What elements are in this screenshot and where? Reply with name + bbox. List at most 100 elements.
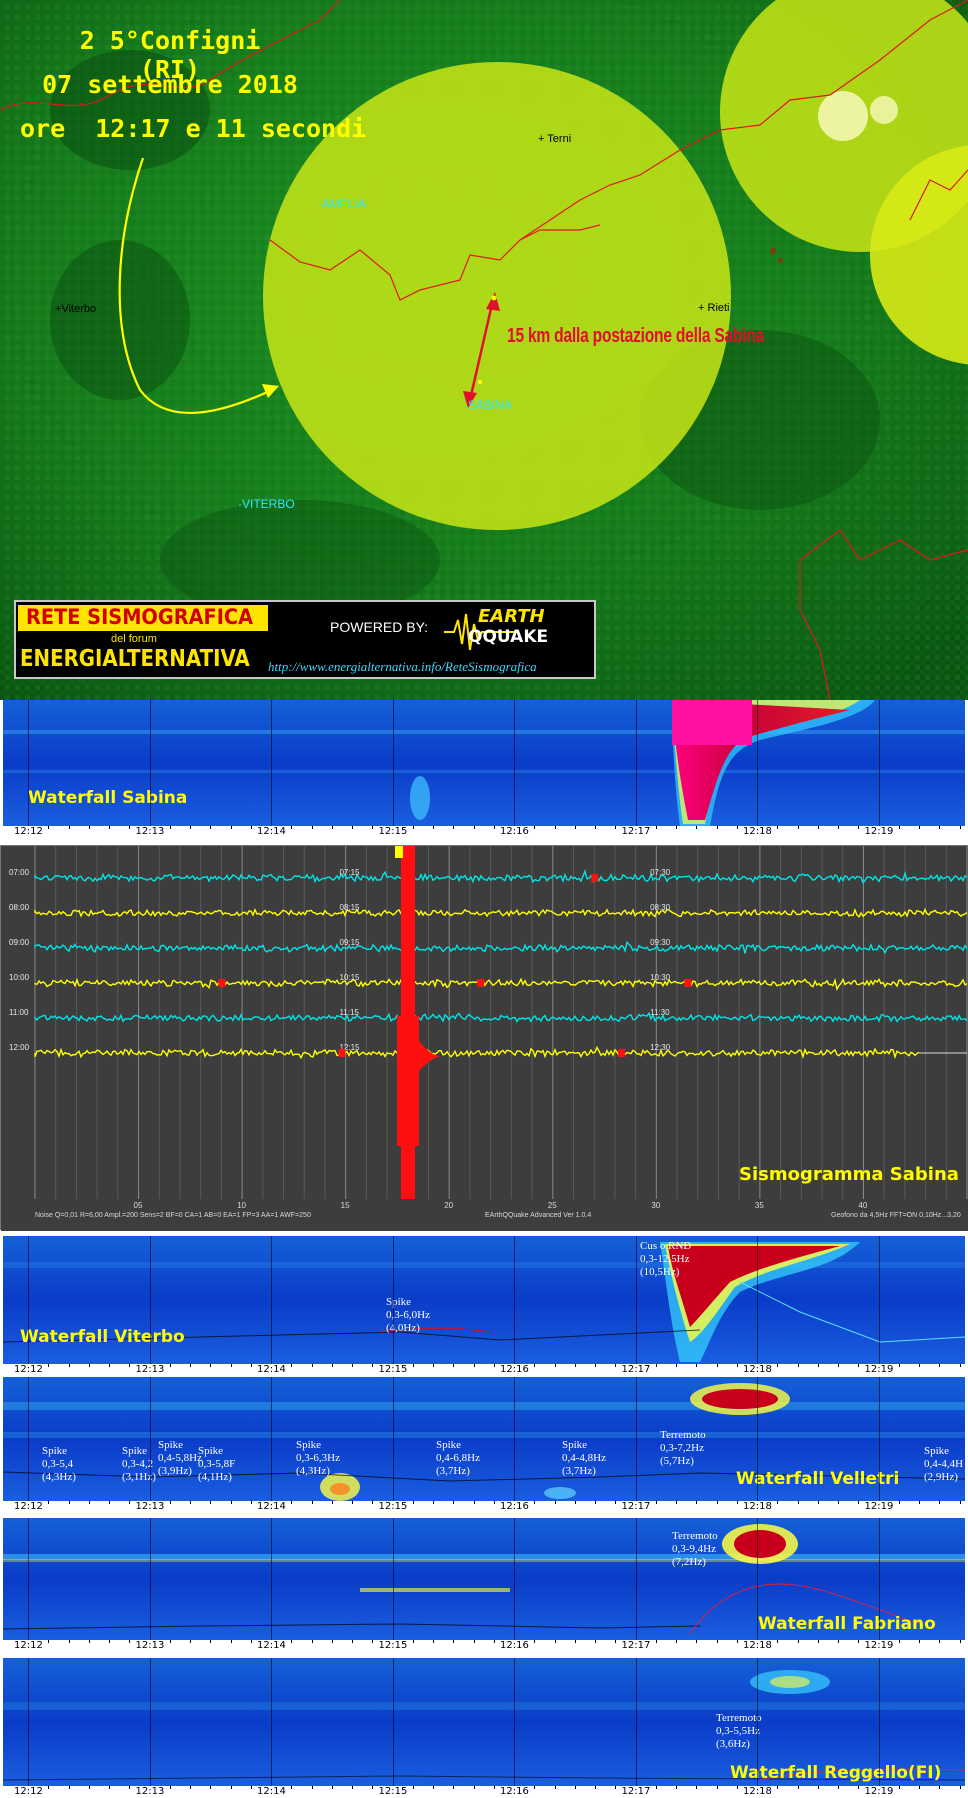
minor-tick bbox=[210, 1640, 212, 1643]
minor-tick bbox=[291, 1640, 293, 1643]
minor-tick bbox=[352, 1501, 353, 1504]
minor-tick bbox=[676, 1640, 677, 1643]
row-late-label: 11:30 bbox=[650, 1008, 670, 1017]
time-tick-label: 12:13 bbox=[135, 826, 165, 837]
time-gridline bbox=[392, 1658, 394, 1786]
minor-tick bbox=[615, 1786, 617, 1789]
annotation-spike: Spike 0,3-5,8F (4,1Hz) bbox=[198, 1445, 236, 1483]
minor-tick bbox=[493, 1640, 495, 1643]
minor-tick bbox=[777, 1364, 779, 1367]
minor-tick bbox=[858, 1786, 860, 1789]
time-gridline bbox=[28, 1236, 29, 1364]
minor-tick bbox=[169, 1501, 171, 1504]
minor-tick bbox=[615, 1364, 617, 1367]
minor-tick bbox=[736, 1501, 738, 1504]
time-tick-label: 12:14 bbox=[257, 826, 286, 837]
minor-tick bbox=[817, 1786, 819, 1789]
minor-tick bbox=[331, 1640, 333, 1643]
minute-tick-label: 30 bbox=[651, 1201, 660, 1210]
time-tick-label: 12:18 bbox=[743, 1786, 772, 1797]
minor-tick bbox=[716, 1786, 718, 1789]
time-gridline bbox=[149, 700, 151, 826]
event-marker bbox=[477, 979, 485, 987]
minor-tick bbox=[68, 1786, 70, 1789]
time-tick-label: 12:17 bbox=[621, 1640, 651, 1651]
minor-tick bbox=[898, 826, 900, 829]
annotation-terremoto: Terremoto 0,3-7,2Hz (5,7Hz) bbox=[660, 1429, 706, 1467]
minor-tick bbox=[109, 1364, 110, 1367]
minor-tick bbox=[858, 1640, 860, 1643]
time-gridline bbox=[149, 1658, 151, 1786]
minor-tick bbox=[554, 1501, 556, 1504]
minor-tick bbox=[858, 1501, 860, 1504]
time-tick-label: 12:17 bbox=[621, 1364, 651, 1375]
waterfall-velletri-label: Waterfall Velletri bbox=[736, 1469, 900, 1489]
minor-tick bbox=[473, 826, 475, 829]
minor-tick bbox=[959, 1640, 961, 1643]
minor-tick bbox=[129, 1364, 131, 1367]
minor-tick bbox=[129, 826, 131, 829]
minor-tick bbox=[190, 1786, 191, 1789]
time-gridline bbox=[271, 1658, 272, 1786]
minute-tick-label: 25 bbox=[548, 1201, 557, 1210]
minor-tick bbox=[412, 1364, 414, 1367]
minor-tick bbox=[939, 1640, 941, 1643]
minor-tick bbox=[291, 1501, 293, 1504]
minor-tick bbox=[534, 1786, 536, 1789]
row-mid-label: 10:15 bbox=[339, 973, 360, 982]
minor-tick bbox=[676, 1501, 677, 1504]
minor-tick bbox=[919, 1364, 920, 1367]
minute-tick-label: 10 bbox=[237, 1201, 246, 1210]
waterfall-viterbo-label: Waterfall Viterbo bbox=[20, 1327, 185, 1347]
logo-quake: QQUAKE bbox=[468, 627, 549, 647]
minor-tick bbox=[48, 1501, 50, 1504]
banner-url[interactable]: http://www.energialternativa.info/ReteSi… bbox=[268, 659, 537, 675]
minor-tick bbox=[534, 1364, 536, 1367]
time-tick-label: 12:16 bbox=[500, 1501, 529, 1512]
minor-tick bbox=[372, 1786, 374, 1789]
time-tick-label: 12:16 bbox=[500, 1640, 529, 1651]
seismogram-label: Sismogramma Sabina bbox=[739, 1164, 959, 1185]
time-gridline bbox=[514, 1518, 515, 1640]
minor-tick bbox=[250, 826, 252, 829]
time-tick-label: 12:18 bbox=[743, 1501, 772, 1512]
row-mid-label: 07:15 bbox=[339, 868, 360, 877]
minor-tick bbox=[655, 1364, 657, 1367]
minute-tick-label: 20 bbox=[444, 1201, 453, 1210]
row-hour-label: 11:00 bbox=[9, 1008, 29, 1017]
minor-tick bbox=[817, 1640, 819, 1643]
minor-tick bbox=[230, 1640, 232, 1643]
time-tick-label: 12:16 bbox=[500, 826, 529, 837]
minor-tick bbox=[493, 1364, 495, 1367]
minor-tick bbox=[48, 826, 50, 829]
time-gridline bbox=[757, 700, 758, 826]
minor-tick bbox=[291, 1786, 293, 1789]
minor-tick bbox=[433, 826, 434, 829]
waterfall-sabina-label: Waterfall Sabina bbox=[28, 788, 188, 808]
minor-tick bbox=[797, 1640, 799, 1643]
waterfall-velletri-panel: Waterfall Velletri Spike 0,3-5,4 (4,3Hz) Sp… bbox=[0, 1377, 968, 1514]
minor-tick bbox=[817, 1364, 819, 1367]
waterfall-reggello-label: Waterfall Reggello(FI) bbox=[730, 1763, 942, 1783]
minor-tick bbox=[838, 1364, 839, 1367]
minor-tick bbox=[838, 1786, 839, 1789]
minor-tick bbox=[736, 1786, 738, 1789]
minor-tick bbox=[574, 1786, 576, 1789]
time-gridline bbox=[392, 700, 394, 826]
minor-tick bbox=[352, 1786, 353, 1789]
minor-tick bbox=[655, 1786, 657, 1789]
minor-tick bbox=[898, 1786, 900, 1789]
logo-earth: EARTH bbox=[478, 606, 545, 627]
minor-tick bbox=[291, 826, 293, 829]
distance-label: 15 km dalla postazione della Sabina bbox=[507, 325, 765, 347]
minor-tick bbox=[109, 826, 110, 829]
minor-tick bbox=[250, 1640, 252, 1643]
minor-tick bbox=[473, 1786, 475, 1789]
minor-tick bbox=[210, 826, 212, 829]
minor-tick bbox=[493, 1786, 495, 1789]
minor-tick bbox=[919, 1501, 920, 1504]
time-gridline bbox=[635, 1377, 637, 1501]
minor-tick bbox=[716, 1501, 718, 1504]
minor-tick bbox=[210, 1786, 212, 1789]
minor-tick bbox=[250, 1786, 252, 1789]
